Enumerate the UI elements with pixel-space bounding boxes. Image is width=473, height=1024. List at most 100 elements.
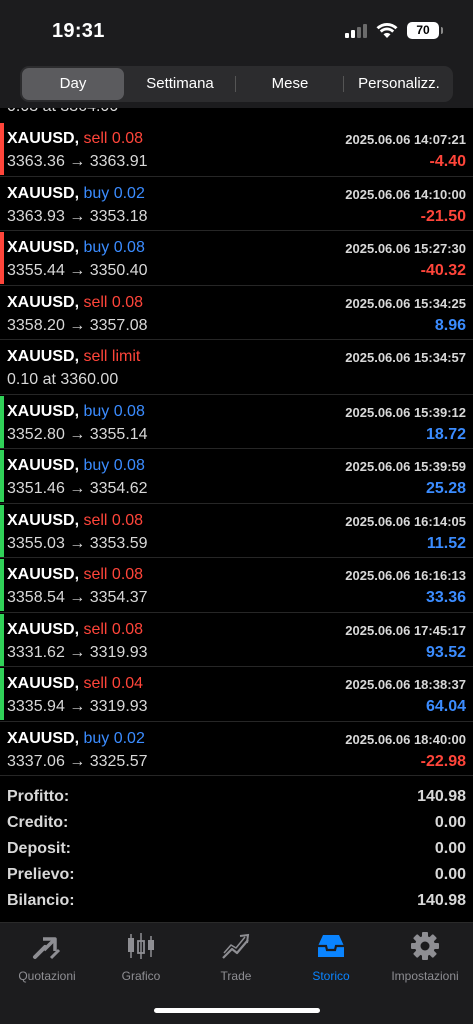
trade-price: 3352.80 → 3355.14 (7, 425, 148, 443)
summary-label: Prelievo: (7, 866, 75, 883)
trade-row[interactable]: XAUUSD, sell 0.08 2025.06.06 15:34:25 3358… (0, 286, 473, 340)
segment-divider (343, 76, 344, 92)
result-indicator-bar (0, 123, 4, 175)
trade-price: 0.10 at 3360.00 (7, 371, 119, 388)
chart-icon (128, 933, 154, 959)
trade-profit: 8.96 (434, 316, 466, 334)
trade-symbol: XAUUSD, buy 0.08 (7, 239, 145, 257)
summary-credit: Credito: 0.00 (0, 812, 473, 838)
trade-price: 3355.03 → 3353.59 (7, 534, 148, 552)
trade-row[interactable]: XAUUSD, sell 0.08 2025.06.06 17:45:17 3331… (0, 613, 473, 667)
segment-custom[interactable]: Personalizz. (346, 68, 452, 100)
trade-profit: 64.04 (425, 698, 466, 715)
trade-symbol: XAUUSD, sell 0.04 (7, 675, 143, 693)
trade-side: buy 0.08 (83, 457, 145, 474)
tab-label: Storico (312, 969, 350, 983)
symbol-label: XAUUSD, (7, 402, 80, 420)
summary-value: 140.98 (417, 892, 466, 909)
tab-history[interactable]: Storico (284, 931, 378, 987)
trade-price: 3331.62 → 3319.93 (7, 643, 148, 661)
trade-datetime: 2025.06.06 15:34:57 (345, 350, 466, 365)
summary-value: 140.98 (417, 788, 466, 805)
trade-symbol: XAUUSD, buy 0.08 (7, 457, 145, 475)
symbol-label: XAUUSD, (7, 511, 80, 529)
trade-row[interactable]: XAUUSD, buy 0.02 2025.06.06 14:10:00 3363.… (0, 177, 473, 231)
battery-icon: 70 (407, 22, 443, 39)
trade-symbol: XAUUSD, sell 0.08 (7, 621, 143, 639)
tab-label: Impostazioni (391, 969, 459, 983)
segment-divider (235, 76, 236, 92)
history-list[interactable]: 0.03 at 3364.00 XAUUSD, sell 0.08 2025.06… (0, 108, 473, 778)
symbol-label: XAUUSD, (7, 348, 80, 365)
trade-row[interactable]: XAUUSD, sell limit 2025.06.06 15:34:57 0.1… (0, 340, 473, 395)
trade-price: 3351.46 → 3354.62 (7, 480, 148, 497)
trade-side: sell 0.08 (83, 620, 144, 638)
trade-profit: 25.28 (425, 480, 466, 497)
symbol-label: XAUUSD, (7, 457, 80, 474)
tab-chart[interactable]: Grafico (94, 931, 188, 987)
trade-datetime: 2025.06.06 15:39:12 (345, 404, 466, 420)
result-indicator-bar (0, 450, 4, 502)
trade-datetime: 2025.06.06 16:16:13 (345, 568, 466, 583)
trade-profit: 33.36 (425, 589, 466, 606)
status-time: 19:31 (52, 20, 105, 42)
trade-side: sell 0.08 (83, 511, 144, 529)
trade-side: sell 0.08 (83, 566, 144, 583)
trade-symbol: XAUUSD, sell 0.08 (7, 512, 143, 530)
trade-side: sell 0.08 (83, 130, 144, 147)
trade-row[interactable]: XAUUSD, sell 0.08 2025.06.06 16:14:05 3355… (0, 504, 473, 558)
quotes-icon (33, 937, 61, 960)
summary-profit: Profitto: 140.98 (0, 786, 473, 812)
summary-deposit: Deposit: 0.00 (0, 838, 473, 864)
trade-row[interactable]: XAUUSD, sell 0.08 2025.06.06 14:07:21 3363… (0, 122, 473, 177)
summary-balance: Bilancio: 140.98 (0, 890, 473, 916)
tab-settings[interactable]: Impostazioni (378, 931, 472, 987)
home-indicator (154, 1008, 320, 1013)
status-bar: 19:31 70 (0, 0, 473, 62)
trade-row[interactable]: XAUUSD, buy 0.08 2025.06.06 15:39:59 3351.… (0, 449, 473, 504)
symbol-label: XAUUSD, (7, 184, 80, 202)
summary-withdrawal: Prelievo: 0.00 (0, 864, 473, 890)
trade-symbol: XAUUSD, sell limit (7, 348, 140, 366)
result-indicator-bar (0, 395, 4, 448)
tab-label: Quotazioni (18, 969, 76, 983)
tab-trade[interactable]: Trade (189, 931, 283, 987)
trade-row[interactable]: XAUUSD, buy 0.02 2025.06.06 18:40:00 3337.… (0, 722, 473, 776)
trade-datetime: 2025.06.06 17:45:17 (345, 622, 466, 638)
trade-symbol: XAUUSD, buy 0.02 (7, 185, 145, 203)
trade-symbol: XAUUSD, sell 0.08 (7, 130, 143, 148)
trade-row[interactable]: XAUUSD, sell 0.04 2025.06.06 18:38:37 3335… (0, 667, 473, 722)
period-segmented-control: Day Settimana Mese Personalizz. (20, 66, 453, 102)
trade-datetime: 2025.06.06 15:39:59 (345, 459, 466, 474)
tab-label: Grafico (121, 969, 161, 983)
trade-symbol: XAUUSD, buy 0.08 (7, 403, 145, 421)
segment-week[interactable]: Settimana (128, 68, 232, 100)
trade-price: 3358.20 → 3357.08 (7, 316, 148, 334)
trade-datetime: 2025.06.06 15:34:25 (345, 295, 466, 311)
trade-datetime: 2025.06.06 15:27:30 (345, 241, 466, 256)
result-indicator-bar (0, 559, 4, 611)
result-indicator-bar (0, 232, 4, 284)
trade-datetime: 2025.06.06 14:07:21 (345, 132, 466, 147)
trade-row[interactable]: XAUUSD, buy 0.08 2025.06.06 15:27:30 3355.… (0, 231, 473, 286)
account-summary: Profitto: 140.98 Credito: 0.00 Deposit: … (0, 786, 473, 918)
symbol-label: XAUUSD, (7, 130, 80, 147)
trade-side: buy 0.08 (83, 402, 145, 420)
tab-quotes[interactable]: Quotazioni (0, 931, 94, 987)
trade-symbol: XAUUSD, sell 0.08 (7, 566, 143, 584)
trade-row[interactable]: XAUUSD, buy 0.08 2025.06.06 15:39:12 3352.… (0, 395, 473, 449)
segment-day[interactable]: Day (22, 68, 124, 100)
wifi-icon (376, 23, 398, 38)
segment-month[interactable]: Mese (238, 68, 342, 100)
trade-price: 3355.44 → 3350.40 (7, 262, 148, 279)
settings-icon (411, 932, 439, 960)
summary-label: Bilancio: (7, 892, 75, 909)
result-indicator-bar (0, 668, 4, 720)
trade-profit: -21.50 (420, 207, 466, 225)
trade-profit: 11.52 (426, 534, 466, 552)
symbol-label: XAUUSD, (7, 239, 80, 256)
trade-datetime: 2025.06.06 16:14:05 (345, 513, 466, 529)
trade-row[interactable]: XAUUSD, sell 0.08 2025.06.06 16:16:13 3358… (0, 558, 473, 613)
trade-price: 3363.36 → 3363.91 (7, 153, 148, 170)
trade-profit: 93.52 (425, 643, 466, 661)
